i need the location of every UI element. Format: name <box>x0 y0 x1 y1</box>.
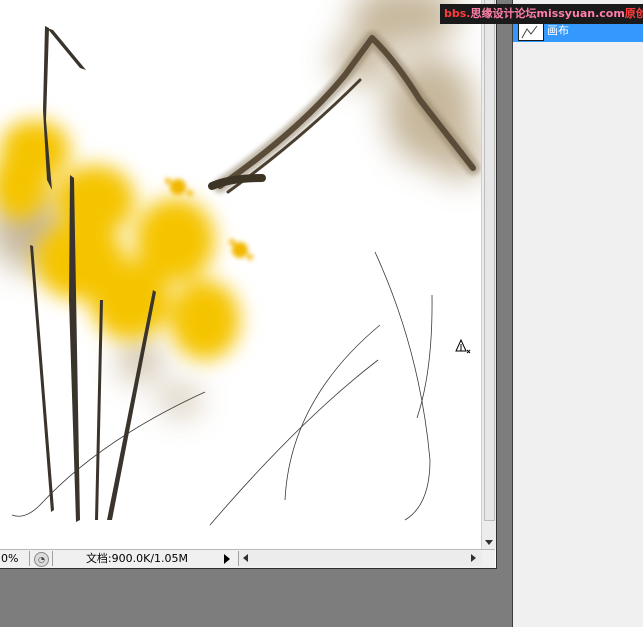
vertical-scrollbar[interactable] <box>481 0 496 549</box>
layers-panel: 画布 <box>512 0 643 627</box>
layer-thumbnail[interactable] <box>518 22 544 41</box>
zoom-level[interactable]: 0% <box>0 551 30 566</box>
status-menu-arrow-icon[interactable] <box>224 554 230 564</box>
scroll-right-icon[interactable] <box>471 554 476 562</box>
layer-thumbnail-icon <box>521 25 538 39</box>
watermark-text: 思缘设计论坛 <box>470 7 537 20</box>
scroll-down-icon[interactable] <box>485 540 493 545</box>
scroll-left-icon[interactable] <box>243 554 248 562</box>
painting <box>0 0 481 526</box>
status-info-icon[interactable]: ◔ <box>34 552 49 567</box>
layer-name: 画布 <box>547 24 569 37</box>
document-info: 文档:900.0K/1.05M <box>52 551 221 566</box>
status-bar: 0% ◔ 文档:900.0K/1.05M <box>0 549 495 568</box>
watermark-tag: 原创教程 <box>624 7 643 20</box>
watermark-url: missyuan.com <box>536 7 625 20</box>
drawing-canvas[interactable] <box>0 0 481 549</box>
horizontal-scrollbar[interactable] <box>238 551 482 566</box>
site-watermark: bbs.思缘设计论坛missyuan.com原创教程 <box>440 4 643 24</box>
pen-cursor-icon <box>455 339 471 354</box>
watermark-site: bbs. <box>444 7 471 20</box>
document-window: 0% ◔ 文档:900.0K/1.05M <box>0 0 497 569</box>
scroll-thumb[interactable] <box>484 0 495 521</box>
